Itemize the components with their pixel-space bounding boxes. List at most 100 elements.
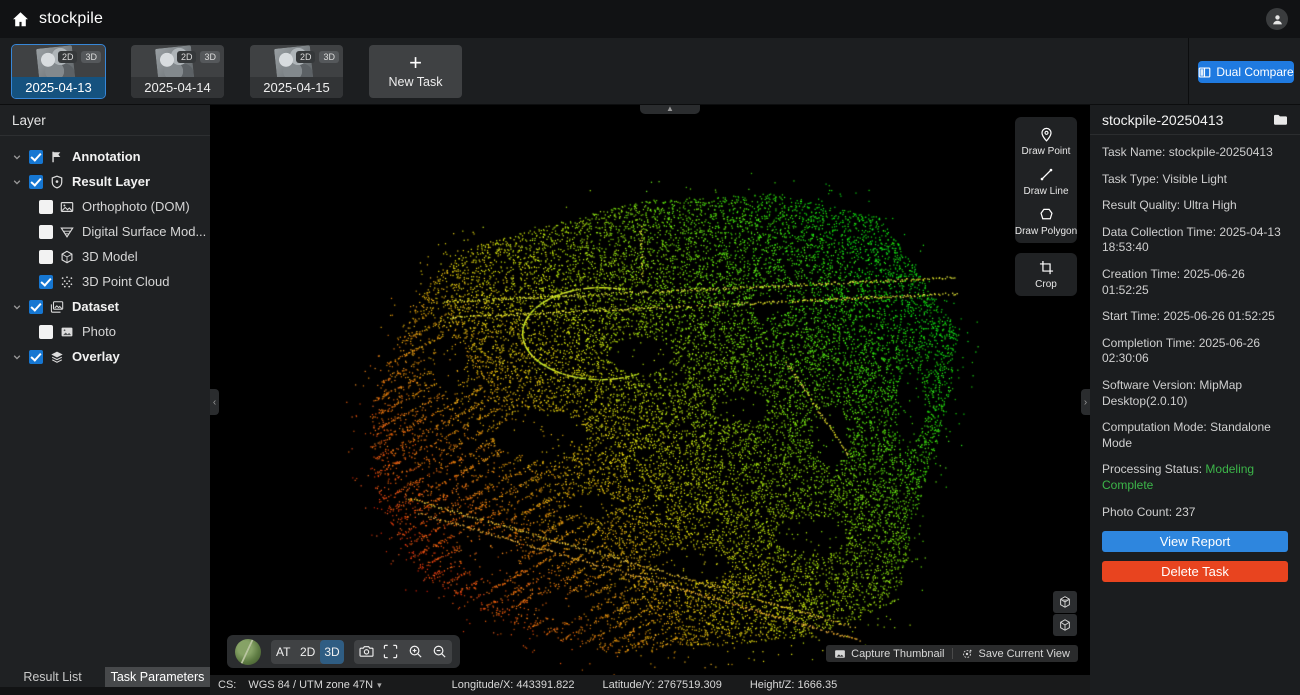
detail-creation-time: Creation Time: 2025-06-26 01:52:25: [1102, 267, 1288, 298]
layer-item-annotation[interactable]: Annotation: [0, 144, 210, 169]
line-icon: [1039, 167, 1054, 182]
view-report-button[interactable]: View Report: [1102, 531, 1288, 552]
capture-thumbnail-button[interactable]: Capture Thumbnail: [826, 645, 952, 662]
crs-selector[interactable]: WGS 84 / UTM zone 47N ▾: [248, 679, 381, 691]
checkbox[interactable]: [39, 275, 53, 289]
image-icon: [60, 200, 75, 214]
map-3d-viewer[interactable]: ▲ ‹ › Draw Point Draw Line Draw Polygon …: [210, 105, 1090, 675]
layer-item-photo[interactable]: Photo: [0, 319, 210, 344]
task-card-2025-04-15[interactable]: 2D 3D 2025-04-15: [250, 45, 343, 98]
badge-2d: 2D: [58, 51, 78, 64]
new-task-label: New Task: [389, 75, 443, 89]
dual-compare-icon: [1198, 66, 1211, 79]
layer-panel-title: Layer: [0, 105, 210, 136]
terrain-triangle-icon: [60, 225, 75, 239]
mode-2d-button[interactable]: 2D: [295, 640, 319, 664]
collapse-left-handle[interactable]: ‹: [210, 389, 219, 415]
user-avatar[interactable]: [1266, 8, 1288, 30]
layer-tree: Annotation Result Layer Orthophoto (DOM)…: [0, 136, 210, 369]
layer-item-dataset[interactable]: Dataset: [0, 294, 210, 319]
layer-panel: Layer Annotation Result Layer Orthophoto…: [0, 105, 210, 695]
collapse-top-handle[interactable]: ▲: [640, 105, 700, 114]
detail-start-time: Start Time: 2025-06-26 01:52:25: [1102, 309, 1288, 325]
detail-task-type: Task Type: Visible Light: [1102, 172, 1288, 188]
tab-task-parameters[interactable]: Task Parameters: [105, 667, 210, 687]
checkbox[interactable]: [39, 325, 53, 339]
plus-icon: +: [409, 53, 422, 73]
draw-point-button[interactable]: Draw Point: [1015, 127, 1077, 157]
task-panel-title: stockpile-20250413: [1102, 112, 1273, 128]
draw-line-button[interactable]: Draw Line: [1015, 167, 1077, 197]
task-thumbnail: 2D 3D: [12, 45, 105, 77]
tool-label: Draw Polygon: [1015, 226, 1077, 237]
layer-item-3d-model[interactable]: 3D Model: [0, 244, 210, 269]
height-value: Height/Z: 1666.35: [750, 679, 837, 691]
new-task-button[interactable]: + New Task: [369, 45, 462, 98]
layer-item-result-layer[interactable]: Result Layer: [0, 169, 210, 194]
save-view-label: Save Current View: [978, 648, 1070, 660]
collapse-right-handle[interactable]: ›: [1081, 389, 1090, 415]
layer-item-overlay[interactable]: Overlay: [0, 344, 210, 369]
point-cloud-icon: [60, 275, 75, 289]
viewer-toolbar: AT 2D 3D: [227, 635, 460, 668]
dual-compare-button[interactable]: Dual Compare: [1198, 61, 1294, 83]
cs-label: CS:: [218, 679, 236, 691]
crop-button[interactable]: Crop: [1015, 260, 1077, 290]
checkbox[interactable]: [39, 250, 53, 264]
tab-result-list[interactable]: Result List: [0, 667, 105, 687]
checkbox[interactable]: [29, 150, 43, 164]
minimap-thumbnail[interactable]: [235, 639, 261, 665]
zoom-out-icon[interactable]: [428, 640, 452, 664]
chevron-down-icon[interactable]: [12, 177, 22, 187]
chevron-down-icon[interactable]: [12, 152, 22, 162]
polygon-icon: [1039, 207, 1054, 222]
folder-icon[interactable]: [1273, 113, 1288, 126]
task-card-2025-04-13[interactable]: 2D 3D 2025-04-13: [12, 45, 105, 98]
view-cube-buttons: [1053, 591, 1077, 636]
point-cloud-canvas[interactable]: [210, 105, 1090, 675]
layer-item-label: Photo: [82, 324, 116, 339]
layer-item-label: 3D Model: [82, 249, 138, 264]
save-current-view-button[interactable]: Save Current View: [953, 645, 1078, 662]
camera-icon[interactable]: [354, 640, 378, 664]
dual-compare-label: Dual Compare: [1216, 65, 1293, 79]
checkbox[interactable]: [29, 300, 43, 314]
layer-item-label: Dataset: [72, 299, 119, 314]
home-icon[interactable]: [12, 11, 29, 28]
cube-wireframe-icon[interactable]: [1053, 614, 1077, 636]
detail-software-version: Software Version: MipMap Desktop(2.0.10): [1102, 378, 1288, 409]
checkbox[interactable]: [39, 200, 53, 214]
mode-at-button[interactable]: AT: [271, 640, 295, 664]
chevron-down-icon[interactable]: [12, 302, 22, 312]
layer-item-orthophoto[interactable]: Orthophoto (DOM): [0, 194, 210, 219]
detail-processing-status: Processing Status: Modeling Complete: [1102, 462, 1288, 493]
checkbox[interactable]: [29, 175, 43, 189]
crop-icon: [1039, 260, 1054, 275]
draw-polygon-button[interactable]: Draw Polygon: [1015, 207, 1077, 237]
detail-result-quality: Result Quality: Ultra High: [1102, 198, 1288, 214]
layer-item-dsm[interactable]: Digital Surface Mod...: [0, 219, 210, 244]
task-date: 2025-04-14: [131, 77, 224, 98]
delete-task-button[interactable]: Delete Task: [1102, 561, 1288, 582]
cube-view-icon[interactable]: [1053, 591, 1077, 613]
tool-label: Draw Line: [1023, 186, 1068, 197]
badge-3d: 3D: [81, 51, 101, 64]
layer-item-label: Result Layer: [72, 174, 150, 189]
chevron-down-icon[interactable]: [12, 352, 22, 362]
capture-thumbnail-label: Capture Thumbnail: [851, 648, 944, 660]
checkbox[interactable]: [29, 350, 43, 364]
task-card-2025-04-14[interactable]: 2D 3D 2025-04-14: [131, 45, 224, 98]
status-bar: CS: WGS 84 / UTM zone 47N ▾ Longitude/X:…: [210, 675, 1090, 695]
zoom-in-icon[interactable]: [403, 640, 427, 664]
chevron-down-icon: ▾: [377, 680, 382, 691]
task-panel-header: stockpile-20250413: [1090, 105, 1300, 135]
bottom-tabs: Result List Task Parameters: [0, 667, 210, 687]
fit-view-icon[interactable]: [379, 640, 403, 664]
layer-item-3d-point-cloud[interactable]: 3D Point Cloud: [0, 269, 210, 294]
checkbox[interactable]: [39, 225, 53, 239]
layer-item-label: Overlay: [72, 349, 120, 364]
shield-icon: [50, 175, 65, 189]
image-icon: [834, 648, 846, 660]
mode-3d-button[interactable]: 3D: [320, 640, 344, 664]
task-date: 2025-04-13: [12, 77, 105, 98]
